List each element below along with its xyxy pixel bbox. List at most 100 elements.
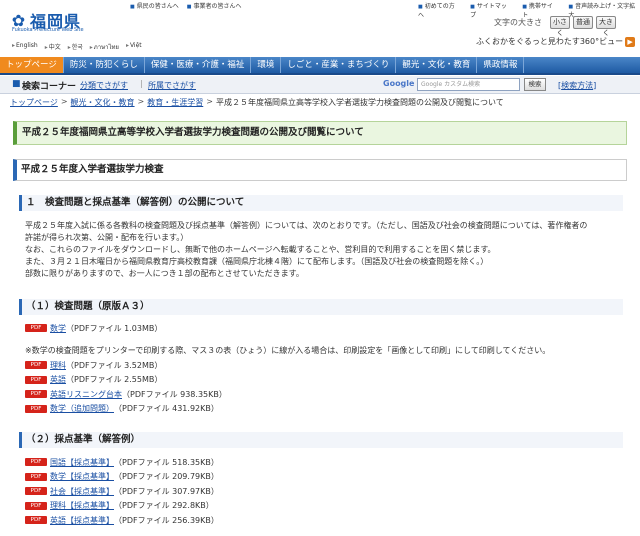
file-link[interactable]: 国語【採点基準】: [50, 457, 114, 468]
nav-item-safety[interactable]: 防災・防犯くらし: [64, 57, 145, 73]
file-link[interactable]: 理科: [50, 360, 66, 371]
pdf-icon: PDF: [25, 458, 47, 467]
font-size-label: 文字の大きさ: [494, 18, 542, 27]
page-title: 平成２５年度福岡県立高等学校入学者選抜学力検査問題の公開及び閲覧について: [22, 127, 364, 138]
arrow-right-icon: ▶: [625, 37, 636, 47]
search-corner-title: 検索コーナー: [22, 82, 77, 92]
file-link[interactable]: 数学（追加問題）: [50, 403, 114, 414]
divider: |: [140, 79, 143, 88]
section-heading: 平成２５年度入学者選抜学力検査: [13, 159, 627, 181]
nav-item-environment[interactable]: 環境: [251, 57, 282, 73]
breadcrumb-separator: >: [60, 97, 68, 106]
nav-item-top[interactable]: トップページ: [0, 57, 64, 73]
breadcrumb-link[interactable]: 教育・生涯学習: [147, 97, 203, 108]
exam-file-list: PDF 数学 （PDFファイル 1.03MB）: [25, 321, 162, 336]
site-header: ✿ 福岡県 Fukuoka Prefecture Web Site Englis…: [0, 0, 640, 56]
file-row: PDF 数学【採点基準】 （PDFファイル 209.79KB）: [25, 470, 219, 485]
logo-subtitle: Fukuoka Prefecture Web Site: [12, 27, 84, 33]
nav-item-culture[interactable]: 観光・文化・教育: [396, 57, 478, 73]
file-size: （PDFファイル 518.35KB）: [114, 457, 219, 467]
global-nav: トップページ 防災・防犯くらし 保健・医療・介護・福祉 環境 しごと・産業・まち…: [0, 57, 640, 75]
lang-link[interactable]: English: [12, 42, 38, 52]
file-link[interactable]: 社会【採点基準】: [50, 486, 114, 497]
pdf-icon: PDF: [25, 390, 47, 399]
file-size: （PDFファイル 2.55MB）: [66, 375, 163, 385]
file-row: PDF 理科【採点基準】 （PDFファイル 292.8KB）: [25, 499, 219, 514]
lang-link[interactable]: 한국: [68, 42, 83, 52]
search-icon: ■: [12, 79, 21, 89]
pdf-icon: PDF: [25, 404, 47, 413]
file-size: （PDFファイル 1.03MB）: [66, 323, 163, 333]
file-link[interactable]: 英語【採点基準】: [50, 515, 114, 526]
file-size: （PDFファイル 292.8KB）: [114, 501, 214, 511]
audience-links: 県民の皆さんへ 事業者の皆さんへ: [130, 1, 242, 10]
file-size: （PDFファイル 3.52MB）: [66, 360, 163, 370]
list-heading-answers: （２）採点基準（解答例）: [19, 432, 623, 448]
file-row: PDF 社会【採点基準】 （PDFファイル 307.97KB）: [25, 484, 219, 499]
pdf-icon: PDF: [25, 361, 47, 370]
file-link[interactable]: 理科【採点基準】: [50, 500, 114, 511]
nav-item-health[interactable]: 保健・医療・介護・福祉: [145, 57, 252, 73]
file-row: PDF 国語【採点基準】 （PDFファイル 518.35KB）: [25, 455, 219, 470]
breadcrumb-link[interactable]: 観光・文化・教育: [71, 97, 135, 108]
search-button[interactable]: 検索: [524, 78, 546, 91]
pdf-icon: PDF: [25, 516, 47, 525]
search-help-group: [検索方法]: [558, 80, 596, 91]
file-link[interactable]: 英語リスニング台本: [50, 389, 122, 400]
breadcrumb-link[interactable]: トップページ: [10, 97, 58, 108]
file-row: PDF 理科 （PDFファイル 3.52MB）: [25, 358, 227, 373]
pdf-icon: PDF: [25, 375, 47, 384]
search-by-category-link[interactable]: 分類でさがす: [80, 80, 128, 91]
paragraph-line: 平成２５年度入試に係る各教科の検査問題及び採点基準（解答例）については、次のとお…: [25, 221, 588, 230]
search-by-department-link[interactable]: 所属でさがす: [148, 80, 196, 91]
file-link[interactable]: 数学: [50, 323, 66, 334]
section-title: 平成２５年度入学者選抜学力検査: [21, 164, 164, 175]
font-normal-button[interactable]: 普通: [573, 16, 593, 29]
breadcrumb-separator: >: [137, 97, 145, 106]
intro-paragraph: 平成２５年度入試に係る各教科の検査問題及び採点基準（解答例）については、次のとお…: [25, 220, 625, 280]
paragraph-line: 許諾が得られ次第、公開・配布を行います。）: [25, 233, 189, 243]
print-note: ※数学の検査問題をプリンターで印刷する際、マス３の表（ひょう）に線が入る場合は、…: [25, 346, 551, 355]
file-size: （PDFファイル 431.92KB）: [114, 404, 219, 414]
nav-item-work[interactable]: しごと・産業・まちづくり: [281, 57, 397, 73]
audience-link-residents[interactable]: 県民の皆さんへ: [130, 1, 179, 10]
google-logo: Google: [383, 79, 415, 88]
utility-link-first-time[interactable]: 初めての方へ: [418, 1, 460, 19]
file-link[interactable]: 数学【採点基準】: [50, 471, 114, 482]
file-row: PDF 英語リスニング台本 （PDFファイル 938.35KB）: [25, 387, 227, 402]
paragraph-line: また、３月２１日木曜日から福岡県教育庁高校教育課（福岡県庁北棟４階）にて配布しま…: [25, 257, 489, 267]
pdf-icon: PDF: [25, 324, 47, 333]
lang-link[interactable]: Việt: [126, 42, 142, 52]
breadcrumb-current: 平成２５年度福岡県立高等学校入学者選抜学力検査問題の公開及び閲覧について: [215, 98, 504, 107]
file-size: （PDFファイル 209.79KB）: [114, 472, 219, 482]
file-row: PDF 英語 （PDFファイル 2.55MB）: [25, 373, 227, 388]
prefecture-emblem-icon: ✿: [11, 10, 26, 30]
file-size: （PDFファイル 256.39KB）: [114, 515, 219, 525]
search-input[interactable]: Google カスタム検索: [417, 78, 520, 91]
font-large-button[interactable]: 大きく: [596, 16, 616, 37]
pdf-icon: PDF: [25, 472, 47, 481]
list-title: （２）採点基準（解答例）: [26, 434, 141, 445]
subsection-title: １ 検査問題と採点基準（解答例）の公開について: [26, 197, 245, 208]
paragraph-line: 部数に限りがありますので、お一人につき１部の配布とさせていただきます。: [25, 269, 304, 279]
file-size: （PDFファイル 307.97KB）: [114, 486, 219, 496]
search-help-link[interactable]: 検索方法: [561, 81, 593, 90]
list-title: （１）検査問題（原版Ａ３）: [26, 301, 150, 312]
audience-link-business[interactable]: 事業者の皆さんへ: [187, 1, 241, 10]
lang-link[interactable]: ภาษาไทย: [90, 42, 119, 52]
exam-file-list-more: PDF 理科 （PDFファイル 3.52MB） PDF 英語 （PDFファイル …: [25, 358, 227, 416]
file-row: PDF 数学 （PDFファイル 1.03MB）: [25, 321, 162, 336]
language-links: English 中文 한국 ภาษาไทย Việt: [12, 42, 142, 52]
search-bar: ■ 検索コーナー 分類でさがす | 所属でさがす Google Google カ…: [0, 76, 640, 94]
lang-link[interactable]: 中文: [45, 42, 61, 52]
page-title-box: 平成２５年度福岡県立高等学校入学者選抜学力検査問題の公開及び閲覧について: [13, 121, 627, 145]
font-small-button[interactable]: 小さく: [550, 16, 570, 37]
list-heading-exams: （１）検査問題（原版Ａ３）: [19, 299, 623, 315]
view360-link[interactable]: ふくおかをぐるっと見わたす360°ビュー ▶: [476, 36, 636, 47]
font-size-control: 文字の大きさ 小さく 普通 大きく: [494, 16, 616, 37]
file-link[interactable]: 英語: [50, 374, 66, 385]
pdf-icon: PDF: [25, 501, 47, 510]
bracket-close: ]: [593, 81, 597, 90]
nav-item-government[interactable]: 県政情報: [477, 57, 525, 73]
subsection-heading: １ 検査問題と採点基準（解答例）の公開について: [19, 195, 623, 211]
